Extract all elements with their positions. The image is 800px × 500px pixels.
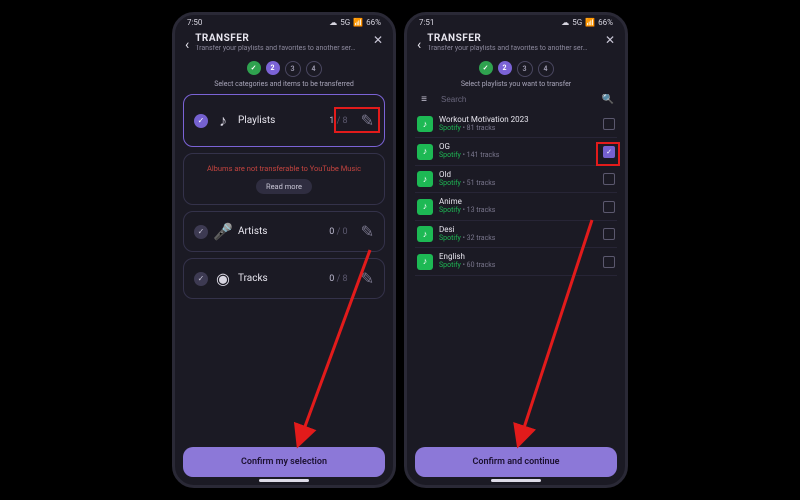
category-label: Artists [238, 226, 321, 237]
close-button[interactable]: ✕ [605, 33, 615, 47]
cloud-icon: ☁ [561, 18, 569, 27]
status-bar: 7:51 ☁ 5G 📶 66% [407, 15, 625, 27]
header: ‹ TRANSFER Transfer your playlists and f… [175, 27, 393, 55]
battery-label: 66% [366, 18, 381, 27]
right-screenshot: 7:51 ☁ 5G 📶 66% ‹ TRANSFER Transfer your… [404, 12, 628, 488]
category-label: Tracks [238, 273, 321, 284]
confirm-continue-button[interactable]: Confirm and continue [415, 447, 617, 477]
playlist-meta: Spotify • 81 tracks [439, 125, 597, 133]
playlist-checkbox[interactable] [603, 118, 615, 130]
playlist-icon: ♪ [216, 114, 230, 128]
playlist-item[interactable]: ♪EnglishSpotify • 60 tracks [415, 248, 617, 275]
pencil-icon[interactable]: ✎ [361, 111, 374, 130]
search-icon: 🔍 [602, 94, 614, 105]
playlist-checkbox[interactable] [603, 146, 615, 158]
pencil-icon[interactable]: ✎ [361, 269, 374, 288]
playlist-item[interactable]: ♪Workout Motivation 2023Spotify • 81 tra… [415, 111, 617, 138]
page-title: TRANSFER [427, 33, 599, 44]
search-button[interactable]: 🔍 [601, 94, 615, 105]
spotify-icon: ♪ [417, 199, 433, 215]
status-time: 7:50 [187, 18, 202, 27]
spotify-icon: ♪ [417, 144, 433, 160]
playlist-meta: Spotify • 13 tracks [439, 207, 597, 215]
category-artists[interactable]: ✓ 🎤 Artists 0 / 0 ✎ [183, 211, 385, 252]
search-row: ≡ 🔍 [415, 94, 617, 105]
step-4: 4 [306, 61, 322, 77]
step-✓: ✓ [247, 61, 261, 75]
category-tracks[interactable]: ✓ ◉ Tracks 0 / 8 ✎ [183, 258, 385, 299]
category-playlists[interactable]: ✓ ♪ Playlists 1 / 8 ✎ [183, 94, 385, 147]
check-icon: ✓ [194, 225, 208, 239]
category-count: 1 / 8 [329, 116, 347, 126]
spotify-icon: ♪ [417, 254, 433, 270]
chevron-left-icon: ‹ [417, 37, 421, 53]
playlist-list: ♪Workout Motivation 2023Spotify • 81 tra… [415, 111, 617, 276]
spotify-icon: ♪ [417, 226, 433, 242]
close-icon: ✕ [373, 33, 383, 47]
signal-icon: 📶 [585, 18, 595, 27]
playlist-meta: Spotify • 32 tracks [439, 235, 597, 243]
playlist-item[interactable]: ♪OGSpotify • 141 tracks [415, 138, 617, 165]
confirm-selection-button[interactable]: Confirm my selection [183, 447, 385, 477]
step-caption: Select playlists you want to transfer [407, 80, 625, 88]
home-indicator [491, 479, 541, 482]
category-count: 0 / 8 [329, 274, 347, 284]
battery-label: 66% [598, 18, 613, 27]
back-button[interactable]: ‹ [185, 34, 189, 53]
playlist-checkbox[interactable] [603, 201, 615, 213]
pencil-icon[interactable]: ✎ [361, 222, 374, 241]
close-icon: ✕ [605, 33, 615, 47]
header: ‹ TRANSFER Transfer your playlists and f… [407, 27, 625, 55]
search-input[interactable] [439, 94, 593, 105]
home-indicator [259, 479, 309, 482]
playlist-item[interactable]: ♪OldSpotify • 51 tracks [415, 166, 617, 193]
playlist-checkbox[interactable] [603, 173, 615, 185]
step-3: 3 [285, 61, 301, 77]
playlist-meta: Spotify • 51 tracks [439, 180, 597, 188]
page-subtitle: Transfer your playlists and favorites to… [195, 45, 367, 53]
read-more-button[interactable]: Read more [256, 179, 312, 194]
playlist-checkbox[interactable] [603, 256, 615, 268]
page-title: TRANSFER [195, 33, 367, 44]
spotify-icon: ♪ [417, 171, 433, 187]
step-2: 2 [266, 61, 280, 75]
back-button[interactable]: ‹ [417, 34, 421, 53]
page-subtitle: Transfer your playlists and favorites to… [427, 45, 599, 53]
status-bar: 7:50 ☁ 5G 📶 66% [175, 15, 393, 27]
step-4: 4 [538, 61, 554, 77]
step-2: 2 [498, 61, 512, 75]
category-label: Playlists [238, 115, 321, 126]
category-count: 0 / 0 [329, 227, 347, 237]
step-indicator: ✓ 234 [175, 61, 393, 77]
step-indicator: ✓ 234 [407, 61, 625, 77]
spotify-icon: ♪ [417, 116, 433, 132]
playlist-meta: Spotify • 141 tracks [439, 152, 597, 160]
filter-button[interactable]: ≡ [417, 94, 431, 105]
check-icon: ✓ [194, 114, 208, 128]
mic-icon: 🎤 [216, 225, 230, 239]
close-button[interactable]: ✕ [373, 33, 383, 47]
network-label: 5G [340, 18, 350, 27]
check-icon: ✓ [194, 272, 208, 286]
step-3: 3 [517, 61, 533, 77]
signal-icon: 📶 [353, 18, 363, 27]
playlist-item[interactable]: ♪AnimeSpotify • 13 tracks [415, 193, 617, 220]
playlist-meta: Spotify • 60 tracks [439, 262, 597, 270]
chevron-left-icon: ‹ [185, 37, 189, 53]
filter-icon: ≡ [421, 94, 427, 105]
step-✓: ✓ [479, 61, 493, 75]
warning-card: Albums are not transferable to YouTube M… [183, 153, 385, 205]
left-screenshot: 7:50 ☁ 5G 📶 66% ‹ TRANSFER Transfer your… [172, 12, 396, 488]
cloud-icon: ☁ [329, 18, 337, 27]
status-time: 7:51 [419, 18, 434, 27]
network-label: 5G [572, 18, 582, 27]
playlist-checkbox[interactable] [603, 228, 615, 240]
warning-text: Albums are not transferable to YouTube M… [194, 164, 374, 173]
step-caption: Select categories and items to be transf… [175, 80, 393, 88]
playlist-item[interactable]: ♪DesiSpotify • 32 tracks [415, 221, 617, 248]
disc-icon: ◉ [216, 272, 230, 286]
